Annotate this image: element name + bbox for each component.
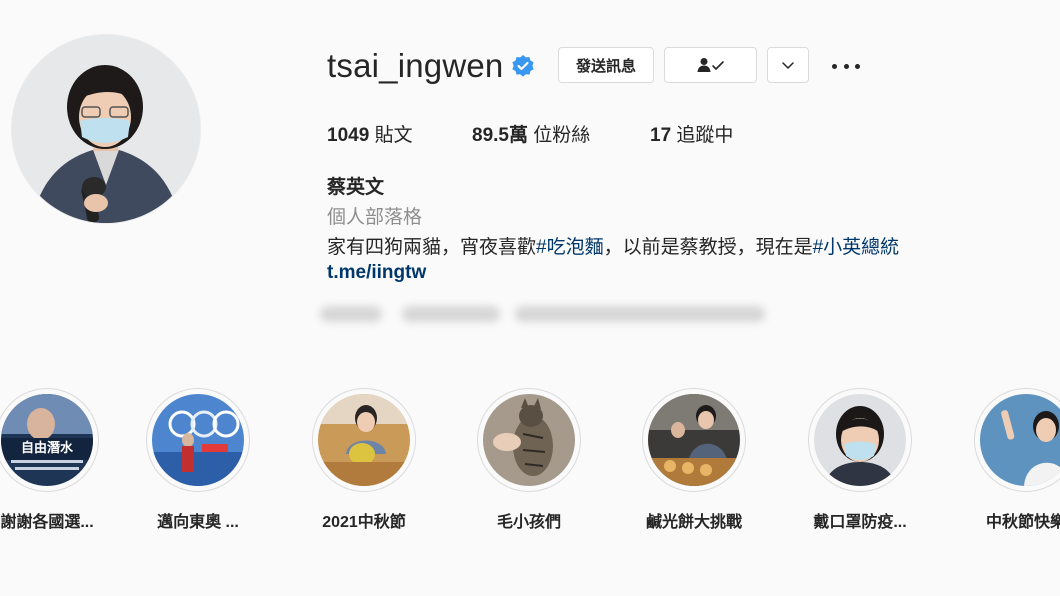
more-options-icon[interactable]: [832, 56, 860, 76]
highlight-label: 中秋節快樂: [985, 514, 1060, 531]
highlight-cover: [814, 394, 906, 486]
following-count-value: 17: [650, 125, 672, 146]
suggestions-dropdown-button[interactable]: [767, 47, 809, 83]
highlight-ring[interactable]: [146, 388, 250, 492]
profile-username: tsai_ingwen: [327, 47, 504, 84]
highlight-ring[interactable]: [312, 388, 416, 492]
chevron-down-icon: [782, 62, 794, 69]
highlight-ring[interactable]: [477, 388, 581, 492]
followers-count-label: 位粉絲: [533, 125, 591, 146]
highlight-label: 鹹光餅大挑戰: [645, 514, 742, 531]
highlight-cover: [483, 394, 575, 486]
following-button[interactable]: [664, 47, 757, 83]
highlight-cover: [648, 394, 740, 486]
highlight-ring[interactable]: 自由潛水: [0, 388, 99, 492]
story-highlight[interactable]: 自由潛水 謝謝各國選...: [0, 388, 130, 538]
highlight-cover: [980, 394, 1060, 486]
highlight-label: 謝謝各國選...: [0, 514, 94, 531]
story-highlight[interactable]: 毛小孩們: [446, 388, 612, 538]
profile-avatar[interactable]: [12, 35, 200, 223]
svg-text:自由潛水: 自由潛水: [21, 440, 74, 456]
story-highlight[interactable]: 鹹光餅大挑戰: [611, 388, 777, 538]
highlight-label: 邁向東奧 ...: [157, 514, 239, 531]
followers-count[interactable]: 89.5萬 位粉絲: [472, 120, 590, 147]
bio-hashtag-link[interactable]: #吃泡麵: [536, 237, 604, 258]
profile-full-name: 蔡英文: [327, 177, 385, 198]
following-count-label: 追蹤中: [676, 125, 734, 146]
blurred-followed-by: [320, 298, 770, 330]
posts-count: 1049 貼文: [327, 120, 413, 147]
verified-badge-icon: [511, 54, 535, 78]
profile-bio: 家有四狗兩貓，宵夜喜歡#吃泡麵，以前是蔡教授，現在是#小英總統: [327, 232, 899, 259]
story-highlight[interactable]: 2021中秋節: [281, 388, 447, 538]
message-button-label: 發送訊息: [575, 57, 636, 75]
highlight-cover: 自由潛水: [1, 394, 93, 486]
highlight-cover: [152, 394, 244, 486]
highlight-ring[interactable]: [808, 388, 912, 492]
story-highlight[interactable]: 邁向東奧 ...: [115, 388, 281, 538]
bio-text: ，以前是蔡教授，現在是: [603, 237, 813, 258]
profile-photo: [12, 35, 200, 223]
profile-website-link[interactable]: t.me/iingtw: [327, 262, 426, 284]
story-highlight[interactable]: 中秋節快樂: [943, 388, 1060, 538]
message-button[interactable]: 發送訊息: [558, 47, 654, 83]
highlight-label: 戴口罩防疫...: [813, 514, 907, 531]
bio-text: 家有四狗兩貓，宵夜喜歡: [327, 237, 537, 258]
posts-count-label: 貼文: [374, 125, 413, 146]
profile-category: 個人部落格: [327, 207, 423, 228]
user-check-icon: [697, 58, 724, 72]
highlight-cover: [318, 394, 410, 486]
bio-hashtag-link[interactable]: #小英總統: [813, 237, 900, 258]
following-count[interactable]: 17 追蹤中: [650, 120, 733, 147]
highlight-ring[interactable]: [974, 388, 1060, 492]
story-highlight[interactable]: 戴口罩防疫...: [777, 388, 943, 538]
highlight-ring[interactable]: [642, 388, 746, 492]
posts-count-value: 1049: [327, 125, 370, 146]
followers-count-value: 89.5萬: [472, 125, 528, 146]
highlight-label: 2021中秋節: [322, 514, 406, 531]
highlight-label: 毛小孩們: [496, 514, 561, 531]
